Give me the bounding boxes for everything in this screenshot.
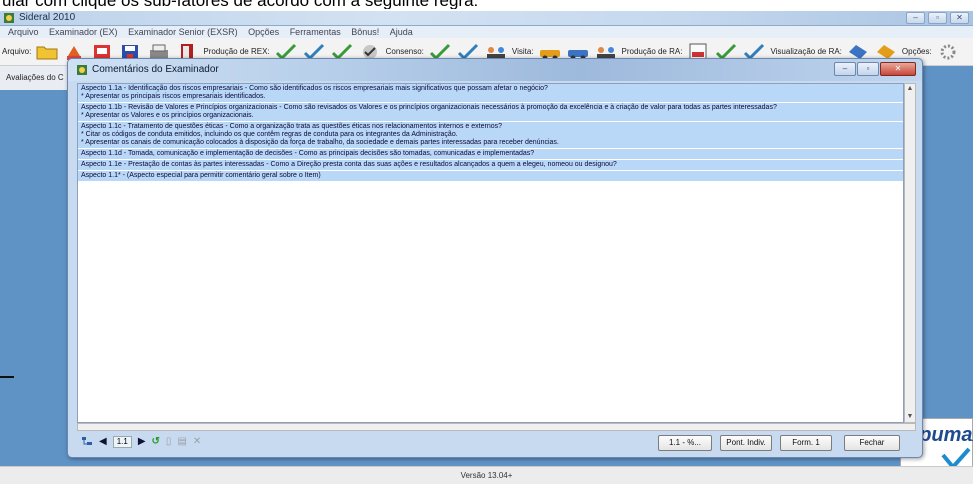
menu-arquivo[interactable]: Arquivo (8, 27, 39, 37)
percent-button[interactable]: 1.1 - %... (658, 435, 712, 451)
next-record-icon[interactable]: ▶ (138, 436, 146, 448)
dialog-maximize-button[interactable]: ▫ (857, 62, 879, 76)
menu-bonus[interactable]: Bônus! (351, 27, 379, 37)
visualizacao-ra-label: Visualização de RA: (770, 47, 842, 56)
previous-record-icon[interactable]: ◀ (99, 436, 107, 448)
avaliacoes-panel-label: Avaliações do C (0, 66, 70, 90)
aspect-text: Aspecto 1.1b - Revisão de Valores e Prin… (81, 104, 777, 111)
tree-view-icon[interactable] (81, 436, 93, 448)
menu-ajuda[interactable]: Ajuda (390, 27, 413, 37)
aspect-text: Aspecto 1.1d - Tomada, comunicação e imp… (81, 150, 535, 157)
background-instruction-text: ular com clique os sub-fatores de acordo… (0, 0, 973, 9)
comentarios-dialog: Comentários do Examinador – ▫ ✕ Aspecto … (67, 58, 923, 458)
status-bar: Versão 13.04+ (0, 466, 973, 484)
form1-button[interactable]: Form. 1 (780, 435, 832, 451)
aspect-text: * Apresentar os canais de comunicação co… (81, 139, 559, 146)
close-button[interactable]: ✕ (950, 12, 969, 24)
fechar-button[interactable]: Fechar (844, 435, 900, 451)
aspect-text: Aspecto 1.1c - Tratamento de questões ét… (81, 123, 503, 130)
maximize-button[interactable]: ▫ (928, 12, 947, 24)
scroll-down-arrow-icon[interactable]: ▼ (905, 412, 915, 422)
menu-examinador[interactable]: Examinador (EX) (49, 27, 118, 37)
arquivo-label: Arquivo: (2, 47, 32, 56)
sideral-app-icon (4, 13, 14, 23)
aspect-item[interactable]: Aspecto 1.1* - (Aspecto especial para pe… (78, 171, 903, 182)
dialog-close-button[interactable]: ✕ (880, 62, 916, 76)
background-divider (0, 376, 14, 378)
aspect-item[interactable]: Aspecto 1.1c - Tratamento de questões ét… (78, 122, 903, 149)
menu-examinador-senior[interactable]: Examinador Senior (EXSR) (128, 27, 238, 37)
dialog-title: Comentários do Examinador (92, 64, 219, 75)
dialog-window-controls: – ▫ ✕ (834, 62, 916, 76)
aspect-text: Aspecto 1.1a - Identificação dos riscos … (81, 85, 548, 92)
visita-label: Visita: (511, 47, 534, 56)
dialog-app-icon (77, 65, 87, 75)
menu-opcoes[interactable]: Opções (248, 27, 279, 37)
aspect-item[interactable]: Aspecto 1.1b - Revisão de Valores e Prin… (78, 103, 903, 122)
refresh-icon[interactable]: ↺ (152, 436, 160, 448)
aspect-text: Aspecto 1.1* - (Aspecto especial para pe… (81, 172, 321, 179)
aspect-item[interactable]: Aspecto 1.1d - Tomada, comunicação e imp… (78, 149, 903, 160)
dialog-minimize-button[interactable]: – (834, 62, 856, 76)
save-record-icon: ▤ (177, 436, 187, 447)
scroll-up-arrow-icon[interactable]: ▲ (905, 84, 915, 94)
horizontal-scrollbar[interactable] (77, 423, 916, 431)
vertical-scrollbar[interactable]: ▲ ▼ (904, 83, 916, 423)
opcoes-label: Opções: (901, 47, 932, 56)
producao-rex-label: Produção de REX: (203, 47, 270, 56)
page-selector[interactable]: 1.1 (112, 436, 132, 448)
dialog-titlebar: Comentários do Examinador – ▫ ✕ (68, 59, 922, 81)
minimize-button[interactable]: – (906, 12, 925, 24)
aspect-text: * Citar os códigos de conduta emitidos, … (81, 131, 458, 138)
consenso-label: Consenso: (385, 47, 424, 56)
aspect-item[interactable]: Aspecto 1.1a - Identificação dos riscos … (78, 84, 903, 103)
main-window-titlebar: Sideral 2010 – ▫ ✕ (0, 11, 973, 26)
delete-record-icon: ✕ (192, 436, 202, 447)
version-text: Versão 13.04+ (460, 471, 513, 480)
aspect-text: * Apresentar os principais riscos empres… (81, 93, 266, 100)
window-title: Sideral 2010 (19, 12, 76, 23)
new-record-icon: ▯ (165, 436, 172, 447)
menu-ferramentas[interactable]: Ferramentas (290, 27, 341, 37)
comments-list[interactable]: Aspecto 1.1a - Identificação dos riscos … (77, 83, 904, 423)
menu-bar: Arquivo Examinador (EX) Examinador Senio… (0, 26, 973, 38)
producao-ra-label: Produção de RA: (621, 47, 683, 56)
aspect-text: * Apresentar os Valores e os princípios … (81, 112, 254, 119)
aspect-text: Aspecto 1.1e - Prestação de contas às pa… (81, 161, 617, 168)
options-gears-icon[interactable] (936, 42, 960, 62)
aspect-item[interactable]: Aspecto 1.1e - Prestação de contas às pa… (78, 160, 903, 171)
window-controls: – ▫ ✕ (906, 12, 969, 24)
folder-icon[interactable] (35, 42, 59, 62)
pont-indiv-button[interactable]: Pont. Indiv. (720, 435, 772, 451)
